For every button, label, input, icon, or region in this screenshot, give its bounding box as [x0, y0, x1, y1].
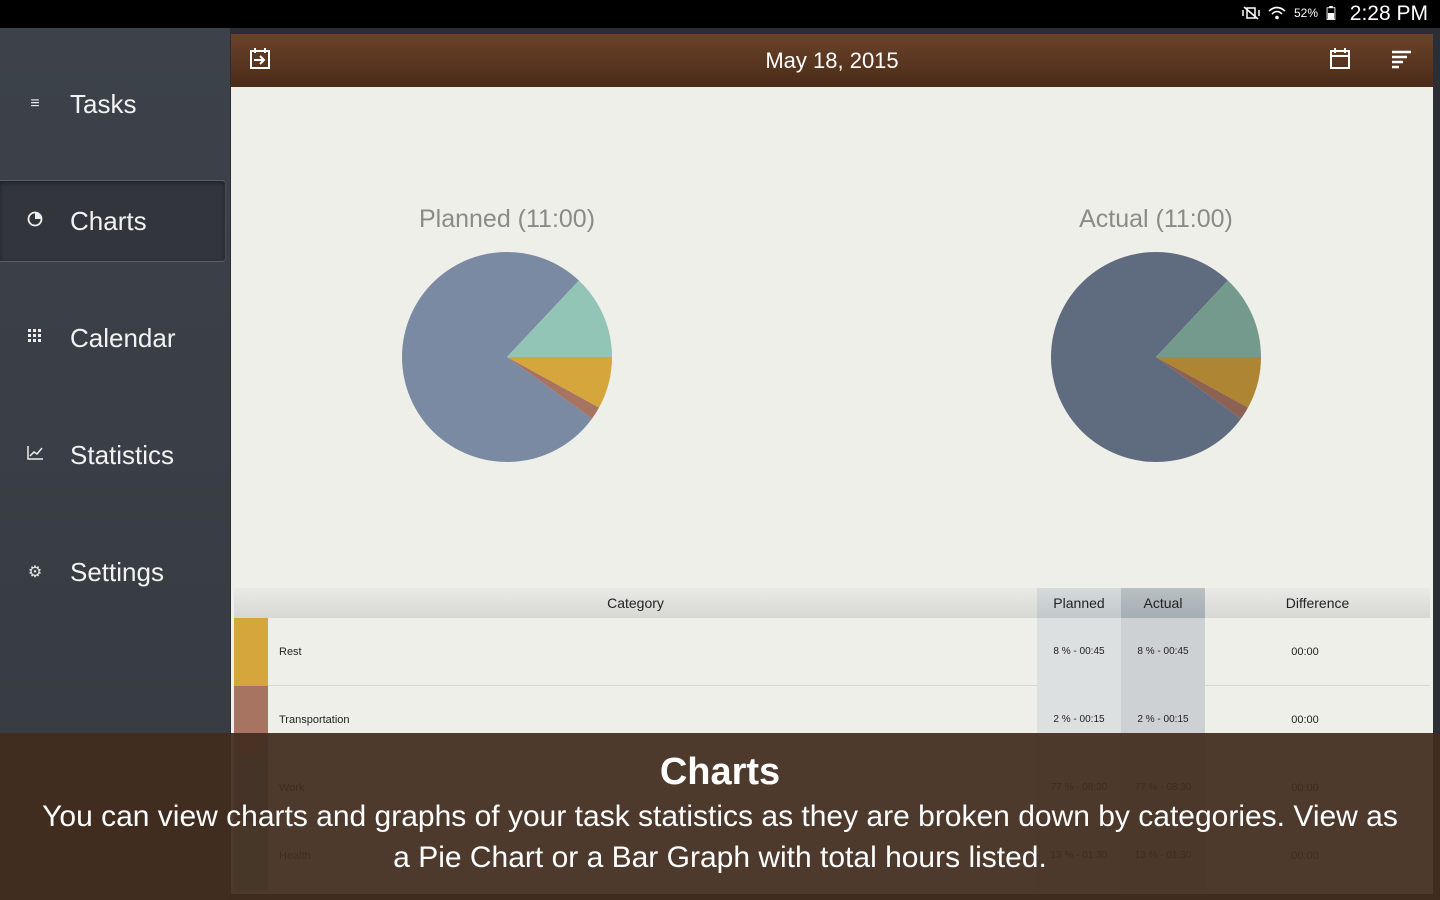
header-planned[interactable]: Planned [1037, 588, 1121, 618]
difference-value: 00:00 [1291, 646, 1319, 658]
planned-pie-chart [402, 252, 612, 462]
table-header: Category Planned Actual Difference [234, 588, 1430, 618]
sidebar-item-label: Calendar [70, 322, 176, 353]
actual-pie-chart [1051, 252, 1261, 462]
actual-value: 8 % - 00:45 [1121, 618, 1205, 686]
wifi-icon [1268, 6, 1286, 20]
actual-chart-title: Actual (11:00) [1079, 205, 1233, 233]
battery-percent: 52% [1293, 6, 1318, 20]
planned-value: 8 % - 00:45 [1037, 618, 1121, 686]
sidebar-item-tasks[interactable]: ≡ Tasks [0, 63, 226, 145]
sidebar-item-statistics[interactable]: Statistics [0, 414, 226, 496]
header-actual[interactable]: Actual [1121, 588, 1205, 618]
gear-icon: ⚙ [27, 564, 43, 581]
sidebar-item-calendar[interactable]: Calendar [0, 297, 226, 379]
mute-vibrate-icon [1242, 6, 1260, 20]
battery-icon [1326, 6, 1336, 20]
header-difference[interactable]: Difference [1205, 588, 1430, 618]
clock: 2:28 PM [1349, 2, 1428, 25]
header-category[interactable]: Category [234, 588, 1037, 618]
planned-chart-title: Planned (11:00) [418, 205, 596, 233]
category-name: Rest [279, 646, 302, 658]
calendar-icon[interactable] [1327, 46, 1357, 76]
sidebar-item-settings[interactable]: ⚙ Settings [0, 531, 226, 613]
current-date[interactable]: May 18, 2015 [231, 48, 1433, 74]
sort-list-icon[interactable] [1389, 46, 1419, 76]
table-row[interactable]: Rest 8 % - 00:45 8 % - 00:45 00:00 [234, 618, 1430, 686]
menu-icon: ≡ [30, 95, 40, 112]
sidebar-item-charts[interactable]: Charts [0, 180, 226, 262]
status-icons: 52% [1242, 6, 1336, 20]
sidebar-item-label: Charts [70, 205, 147, 236]
pie-chart-icon [0, 211, 70, 232]
tutorial-overlay[interactable]: Charts You can view charts and graphs of… [0, 733, 1440, 900]
sidebar-item-label: Settings [70, 556, 164, 587]
sidebar-item-label: Tasks [70, 88, 137, 119]
category-color-swatch [234, 618, 268, 686]
toolbar: May 18, 2015 [231, 34, 1433, 87]
sidebar-item-label: Statistics [70, 439, 175, 470]
overlay-title: Charts [659, 751, 781, 793]
line-chart-icon [0, 445, 70, 465]
grid-icon [0, 328, 70, 348]
overlay-description: You can view charts and graphs of your t… [42, 800, 1398, 874]
status-bar: 52% 2:28 PM [0, 0, 1440, 28]
